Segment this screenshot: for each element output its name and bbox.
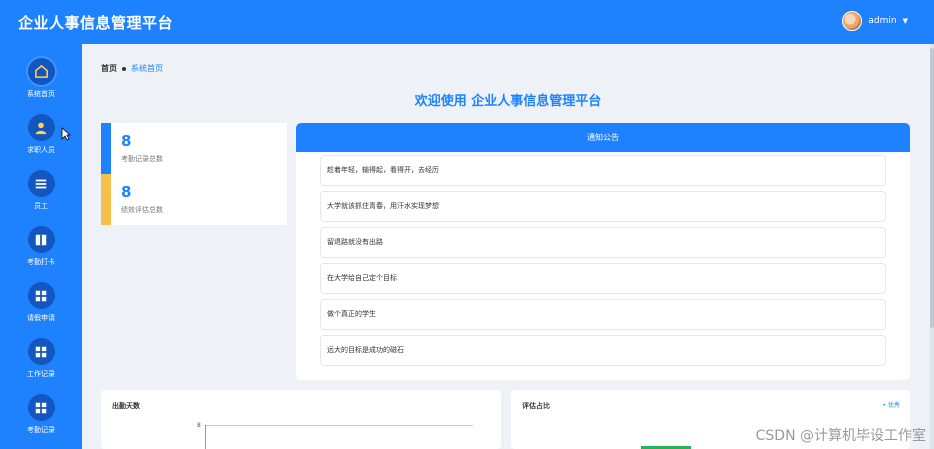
- breadcrumb-separator: [122, 66, 126, 71]
- sidebar-item-clock-in[interactable]: 考勤打卡: [0, 226, 82, 278]
- stat-value: 8: [121, 183, 132, 201]
- sidebar-item-label: 员工: [34, 202, 48, 210]
- notice-list: 趁着年轻，输得起，看得开，去经历 大学就该抓住青春，用汗水实现梦想 留退路就没有…: [320, 155, 886, 371]
- sidebar-item-attendance-records[interactable]: 考勤记录: [0, 394, 82, 446]
- notice-item[interactable]: 大学就该抓住青春，用汗水实现梦想: [320, 191, 886, 222]
- welcome-title: 欢迎使用 企业人事信息管理平台: [414, 94, 602, 109]
- app-title: 企业人事信息管理平台: [18, 14, 174, 32]
- sidebar-item-label: 求职人员: [27, 146, 55, 154]
- book-icon: [27, 226, 55, 253]
- notice-item[interactable]: 留退路就没有出路: [320, 227, 886, 258]
- home-icon: [27, 58, 55, 85]
- chart-gridline: [205, 425, 473, 426]
- sidebar-item-work-records[interactable]: 工作记录: [0, 338, 82, 390]
- sidebar-item-home[interactable]: 系统首页: [0, 58, 82, 110]
- sidebar-item-leave[interactable]: 请假申请: [0, 282, 82, 334]
- notice-item[interactable]: 做个真正的学生: [320, 299, 886, 330]
- grid-icon: [27, 394, 55, 421]
- sidebar: 系统首页 求职人员 员工 考勤打卡 请假申请 工作记录 考勤记录: [0, 44, 82, 449]
- sidebar-item-employees[interactable]: 员工: [0, 170, 82, 222]
- stat-label: 考勤记录总数: [121, 155, 163, 163]
- user-icon: [27, 114, 55, 141]
- avatar[interactable]: [842, 11, 863, 31]
- user-menu[interactable]: admin ▼: [842, 11, 908, 31]
- scrollbar-thumb[interactable]: [930, 48, 934, 328]
- mouse-pointer-icon: [61, 126, 72, 145]
- stats-panel: 8 考勤记录总数 8 绩效评估总数: [101, 123, 287, 225]
- legend-item[interactable]: • 优秀: [883, 400, 900, 409]
- card-title: 出勤天数: [112, 402, 140, 410]
- sidebar-item-label: 请假申请: [27, 314, 55, 322]
- stat-accent-bar: [101, 174, 111, 225]
- chevron-down-icon[interactable]: ▼: [903, 17, 908, 25]
- chart-axis: [205, 425, 206, 449]
- axis-tick-label: 8: [197, 422, 201, 429]
- sidebar-item-label: 考勤记录: [27, 426, 55, 434]
- grid-icon: [27, 282, 55, 309]
- card-title: 评估占比: [522, 402, 550, 410]
- notice-item[interactable]: 趁着年轻，输得起，看得开，去经历: [320, 155, 886, 186]
- sidebar-item-label: 工作记录: [27, 370, 55, 378]
- grid-icon: [27, 338, 55, 365]
- sidebar-item-label: 系统首页: [27, 90, 55, 98]
- attendance-chart-card: 出勤天数 8: [101, 390, 501, 449]
- sidebar-item-label: 考勤打卡: [27, 258, 55, 266]
- breadcrumb: 首页 系统首页: [101, 63, 163, 74]
- list-icon: [27, 170, 55, 197]
- notice-item[interactable]: 在大学给自己定个目标: [320, 263, 886, 294]
- breadcrumb-home[interactable]: 首页: [101, 63, 117, 74]
- username[interactable]: admin: [868, 16, 896, 26]
- stat-evaluation: 8 绩效评估总数: [101, 174, 287, 225]
- top-bar: 企业人事信息管理平台 admin ▼: [0, 0, 934, 44]
- stat-label: 绩效评估总数: [121, 206, 163, 214]
- watermark: CSDN @计算机毕设工作室: [755, 428, 926, 444]
- breadcrumb-current[interactable]: 系统首页: [131, 63, 163, 74]
- notice-title: 通知公告: [296, 123, 910, 152]
- stat-value: 8: [121, 132, 132, 150]
- stat-attendance: 8 考勤记录总数: [101, 123, 287, 174]
- notice-item[interactable]: 远大的目标是成功的磁石: [320, 335, 886, 366]
- stat-accent-bar: [101, 123, 111, 174]
- notice-panel: 通知公告 趁着年轻，输得起，看得开，去经历 大学就该抓住青春，用汗水实现梦想 留…: [296, 123, 910, 380]
